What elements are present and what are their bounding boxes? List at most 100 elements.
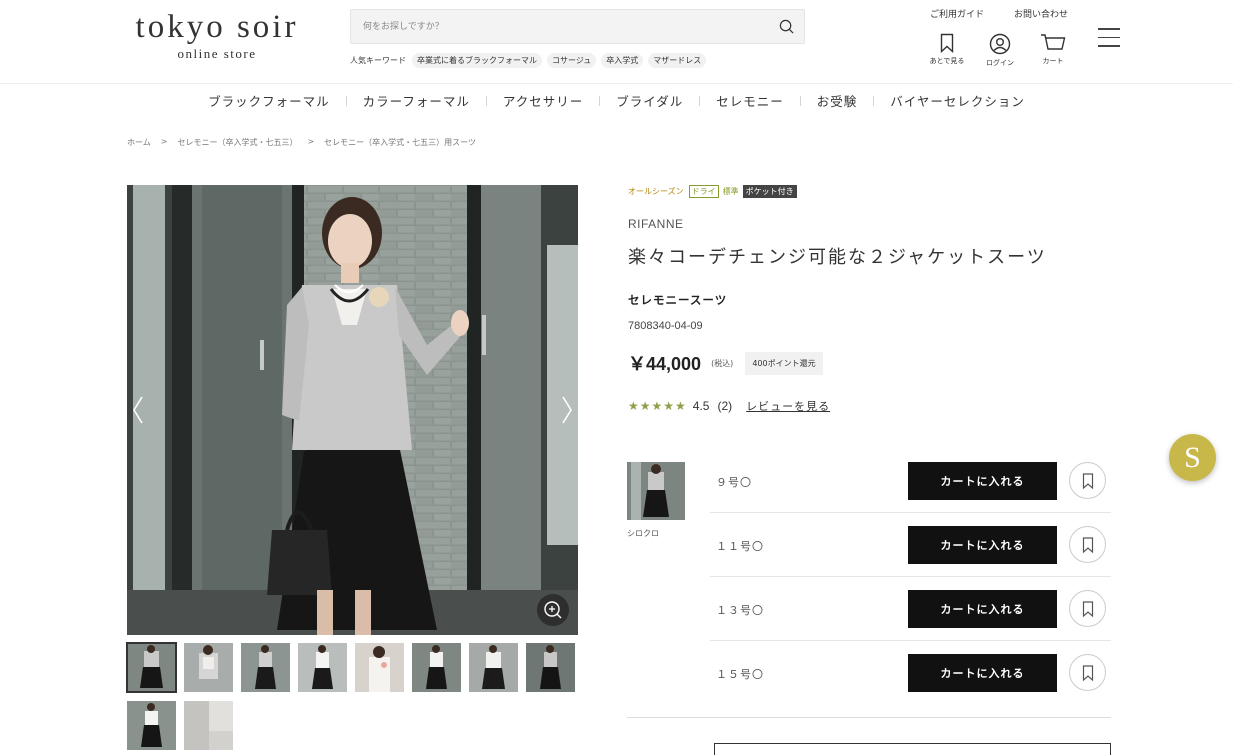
size-row: １５号〇 カートに入れる [710,641,1111,705]
category-nav: ブラックフォーマル カラーフォーマル アクセサリー ブライダル セレモニー お受… [0,91,1233,110]
favorite-button[interactable] [1069,462,1106,499]
thumbnail-1[interactable] [126,642,177,693]
size-row: １３号〇 カートに入れる [710,577,1111,641]
breadcrumb-current: セレモニー（卒入学式・七五三）用スーツ [324,138,477,147]
section-divider [627,717,1111,718]
search-box [350,9,805,44]
points-badge: 400ポイント還元 [745,351,823,375]
zoom-icon [544,601,562,619]
keyword-tag[interactable]: 卒業式に着るブラックフォーマル [412,53,542,68]
later-button[interactable]: あとで見る [924,33,970,66]
thumbnail-5[interactable] [355,643,404,692]
nav-exam[interactable]: お受験 [801,91,874,110]
color-variant[interactable]: シロクロ [627,462,685,539]
bookmark-icon [940,33,954,53]
bookmark-icon [1082,473,1094,489]
thumbnail-3[interactable] [241,643,290,692]
logo-main-text: tokyo soir [135,9,299,45]
popular-keywords: 人気キーワード 卒業式に着るブラックフォーマル コサージュ 卒入学式 マザードレ… [350,53,711,68]
next-image-arrow-icon[interactable] [560,395,574,425]
breadcrumb: ホーム > セレモニー（卒入学式・七五三） > セレモニー（卒入学式・七五三）用… [127,137,476,148]
cart-icon [1041,34,1066,50]
add-to-cart-button[interactable]: カートに入れる [908,590,1057,628]
product-type: セレモニースーツ [628,293,728,307]
rating-stars-icon: ★★★★★ [628,399,687,413]
thumbnail-7[interactable] [469,643,518,692]
breadcrumb-separator: > [160,137,168,146]
thumbnail-6[interactable] [412,643,461,692]
keyword-tag[interactable]: マザードレス [648,53,707,68]
cart-label: カート [1042,57,1064,65]
nav-bridal[interactable]: ブライダル [600,91,699,110]
site-logo[interactable]: tokyo soir online store [127,10,307,62]
add-to-cart-button[interactable]: カートに入れる [908,526,1057,564]
nav-ceremony[interactable]: セレモニー [700,91,800,110]
size-row: ９号〇 カートに入れる [710,449,1111,513]
favorite-button[interactable] [1069,590,1106,627]
logo-sub-text: online store [177,46,257,61]
favorite-button[interactable] [1069,526,1106,563]
product-brand[interactable]: RIFANNE [628,217,684,231]
login-button[interactable]: ログイン [977,33,1023,68]
product-tags: オールシーズン ドライ 標準 ポケット付き [628,185,797,198]
thumbnail-2[interactable] [184,643,233,692]
bookmark-icon [1082,665,1094,681]
cart-header-button[interactable]: カート [1030,33,1076,66]
thumbnail-10[interactable] [184,701,233,750]
size-list: ９号〇 カートに入れる １１号〇 カートに入れる １３号〇 カートに入れる １５… [710,449,1111,705]
product-code: 7808340-04-09 [628,320,703,332]
variant-name: シロクロ [627,529,659,538]
tag-dry: ドライ [688,185,719,198]
review-count: (2) [717,399,733,413]
size-label: ９号〇 [716,476,752,489]
bookmark-icon [1082,601,1094,617]
prev-image-arrow-icon[interactable] [131,395,145,425]
guide-link[interactable]: ご利用ガイド [930,7,984,20]
login-label: ログイン [986,59,1014,67]
nav-color-formal[interactable]: カラーフォーマル [347,91,486,110]
rating-block: ★★★★★ 4.5 (2) レビューを見る [628,398,830,414]
floating-chat-button[interactable]: S [1169,434,1216,481]
nav-buyer-selection[interactable]: バイヤーセレクション [874,91,1041,110]
zoom-button[interactable] [537,594,569,626]
add-to-cart-button[interactable]: カートに入れる [908,462,1057,500]
next-section-box[interactable] [714,743,1111,755]
tax-note: (税込) [711,358,734,368]
contact-link[interactable]: お問い合わせ [1014,7,1068,20]
size-label: １５号〇 [716,668,764,681]
hamburger-menu-icon[interactable] [1098,28,1120,48]
site-header: tokyo soir online store 人気キーワード 卒業式に着るブラ… [0,0,1233,84]
product-main-image[interactable] [127,185,578,635]
user-icon [989,33,1011,55]
keyword-tag[interactable]: コサージュ [547,53,597,68]
nav-black-formal[interactable]: ブラックフォーマル [192,91,346,110]
breadcrumb-home[interactable]: ホーム [127,137,151,148]
tag-standard: 標準 [722,187,739,196]
tag-pocket: ポケット付き [742,185,797,198]
later-label: あとで見る [929,57,965,65]
product-photo [127,185,578,635]
size-label: １３号〇 [716,604,764,617]
favorite-button[interactable] [1069,654,1106,691]
price-block: ￥44,000 (税込) 400ポイント還元 [628,350,823,376]
search-icon[interactable] [779,19,794,34]
thumbnail-8[interactable] [526,643,575,692]
nav-accessory[interactable]: アクセサリー [487,91,599,110]
keyword-tag[interactable]: 卒入学式 [601,53,644,68]
thumbnail-4[interactable] [298,643,347,692]
variant-image [627,462,685,520]
tag-season: オールシーズン [628,187,684,196]
bookmark-icon [1082,537,1094,553]
product-name: 楽々コーデチェンジ可能な２ジャケットスーツ [628,247,1047,268]
rating-value: 4.5 [692,399,710,413]
add-to-cart-button[interactable]: カートに入れる [908,654,1057,692]
keywords-label: 人気キーワード [350,56,406,65]
breadcrumb-separator: > [307,137,315,146]
breadcrumb-ceremony[interactable]: セレモニー（卒入学式・七五三） [177,137,297,148]
size-label: １１号〇 [716,540,764,553]
thumbnail-9[interactable] [127,701,176,750]
review-link[interactable]: レビューを見る [746,398,830,414]
size-row: １１号〇 カートに入れる [710,513,1111,577]
product-price: ￥44,000 [628,354,702,374]
search-input[interactable] [351,10,751,43]
